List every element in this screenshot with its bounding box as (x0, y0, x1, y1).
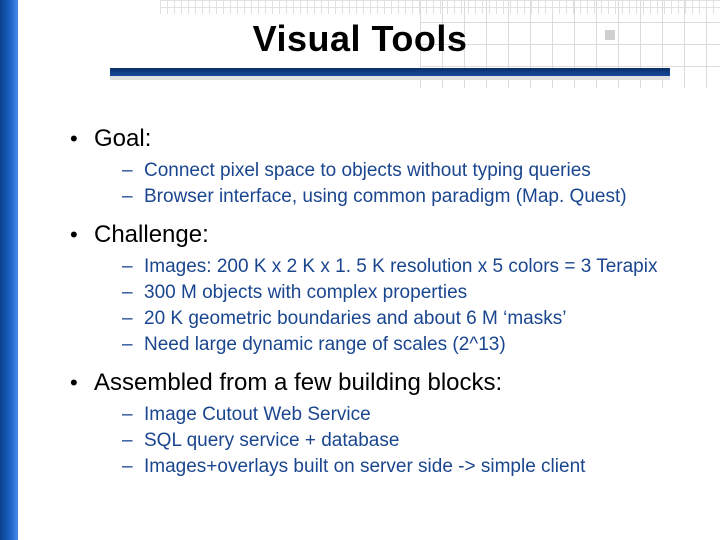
content-area: • Goal: –Connect pixel space to objects … (70, 125, 690, 491)
dash-icon: – (122, 333, 144, 357)
title-rule-dark (110, 68, 670, 76)
dash-icon: – (122, 455, 144, 479)
list-item: –Need large dynamic range of scales (2^1… (122, 333, 690, 357)
list-item: –SQL query service + database (122, 429, 690, 453)
list-item: –Images+overlays built on server side ->… (122, 455, 690, 479)
section-goal: • Goal: –Connect pixel space to objects … (70, 125, 690, 209)
section-blocks: • Assembled from a few building blocks: … (70, 369, 690, 479)
dash-icon: – (122, 429, 144, 453)
subitems: –Connect pixel space to objects without … (122, 159, 690, 209)
section-challenge: • Challenge: –Images: 200 K x 2 K x 1. 5… (70, 221, 690, 357)
item-text: 300 M objects with complex properties (144, 281, 467, 305)
item-text: Connect pixel space to objects without t… (144, 159, 591, 183)
bullet-list: • Goal: –Connect pixel space to objects … (70, 125, 690, 479)
item-text: SQL query service + database (144, 429, 399, 453)
section-heading: Goal: (94, 125, 151, 153)
dash-icon: – (122, 159, 144, 183)
list-item: –300 M objects with complex properties (122, 281, 690, 305)
subitems: –Image Cutout Web Service –SQL query ser… (122, 403, 690, 479)
subitems: –Images: 200 K x 2 K x 1. 5 K resolution… (122, 255, 690, 357)
slide-title: Visual Tools (0, 18, 720, 60)
dash-icon: – (122, 255, 144, 279)
left-accent-bar (0, 0, 18, 540)
list-item: –Images: 200 K x 2 K x 1. 5 K resolution… (122, 255, 690, 279)
section-heading: Challenge: (94, 221, 209, 249)
item-text: Images+overlays built on server side -> … (144, 455, 585, 479)
item-text: Browser interface, using common paradigm… (144, 185, 627, 209)
dash-icon: – (122, 281, 144, 305)
list-item: –Image Cutout Web Service (122, 403, 690, 427)
item-text: Images: 200 K x 2 K x 1. 5 K resolution … (144, 255, 657, 279)
dash-icon: – (122, 403, 144, 427)
slide: Visual Tools • Goal: –Connect pixel spac… (0, 0, 720, 540)
bullet-icon: • (70, 221, 94, 249)
list-item: –20 K geometric boundaries and about 6 M… (122, 307, 690, 331)
item-text: 20 K geometric boundaries and about 6 M … (144, 307, 566, 331)
section-heading: Assembled from a few building blocks: (94, 369, 502, 397)
item-text: Image Cutout Web Service (144, 403, 371, 427)
list-item: –Connect pixel space to objects without … (122, 159, 690, 183)
list-item: –Browser interface, using common paradig… (122, 185, 690, 209)
dash-icon: – (122, 307, 144, 331)
item-text: Need large dynamic range of scales (2^13… (144, 333, 506, 357)
title-rule-light (110, 76, 670, 80)
title-container: Visual Tools (0, 18, 720, 60)
bullet-icon: • (70, 125, 94, 153)
dash-icon: – (122, 185, 144, 209)
bullet-icon: • (70, 369, 94, 397)
